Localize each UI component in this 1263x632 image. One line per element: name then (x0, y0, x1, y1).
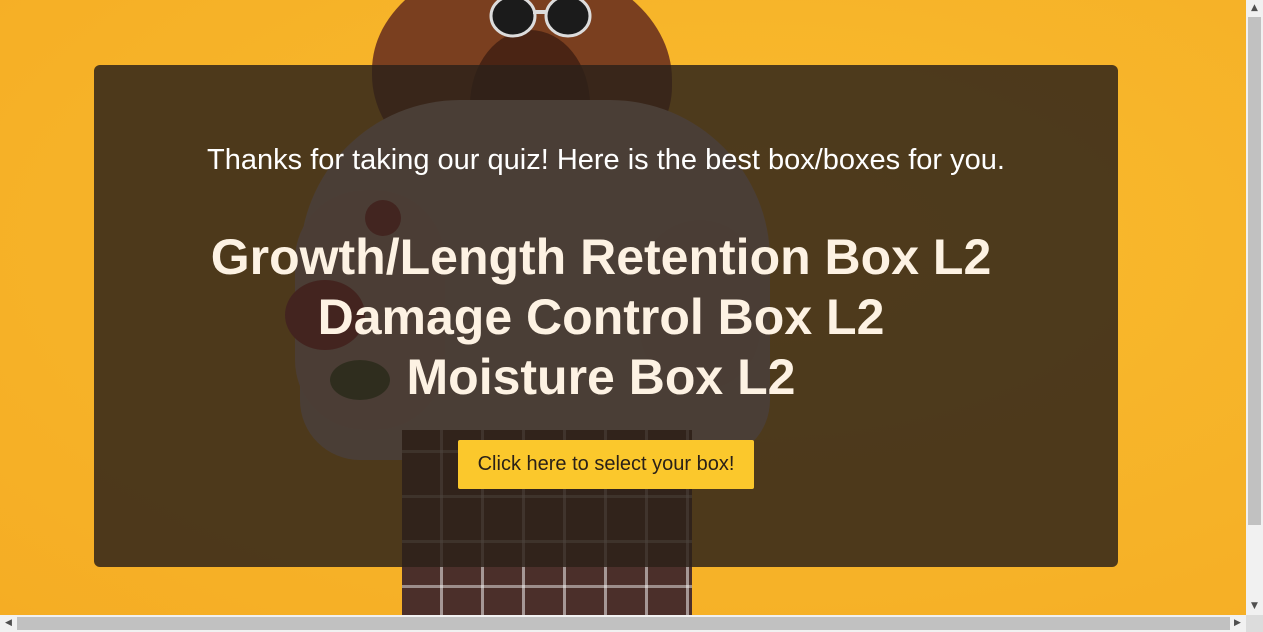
quiz-result-card: Thanks for taking our quiz! Here is the … (94, 65, 1118, 567)
select-box-button[interactable]: Click here to select your box! (458, 440, 754, 489)
horizontal-scrollbar-thumb[interactable] (17, 617, 1230, 630)
scroll-up-arrow-icon[interactable]: ▲ (1246, 0, 1263, 17)
scroll-down-arrow-icon[interactable]: ▼ (1246, 598, 1263, 615)
photo-sunglasses (489, 0, 592, 38)
recommended-boxes: Growth/Length Retention Box L2 Damage Co… (94, 227, 1118, 407)
vertical-scrollbar[interactable]: ▲ ▼ (1246, 0, 1263, 615)
result-box-moisture: Moisture Box L2 (406, 349, 796, 405)
scroll-left-arrow-icon[interactable]: ◀ (0, 615, 17, 632)
vertical-scrollbar-thumb[interactable] (1248, 17, 1261, 525)
horizontal-scrollbar[interactable]: ◀ ▶ (0, 615, 1246, 632)
scroll-right-arrow-icon[interactable]: ▶ (1229, 615, 1246, 632)
result-box-damage-control: Damage Control Box L2 (317, 289, 885, 345)
scrollbar-corner (1246, 615, 1263, 632)
result-box-growth: Growth/Length Retention Box L2 (210, 229, 992, 285)
page-viewport: Thanks for taking our quiz! Here is the … (0, 0, 1246, 615)
thanks-message: Thanks for taking our quiz! Here is the … (207, 144, 1005, 176)
